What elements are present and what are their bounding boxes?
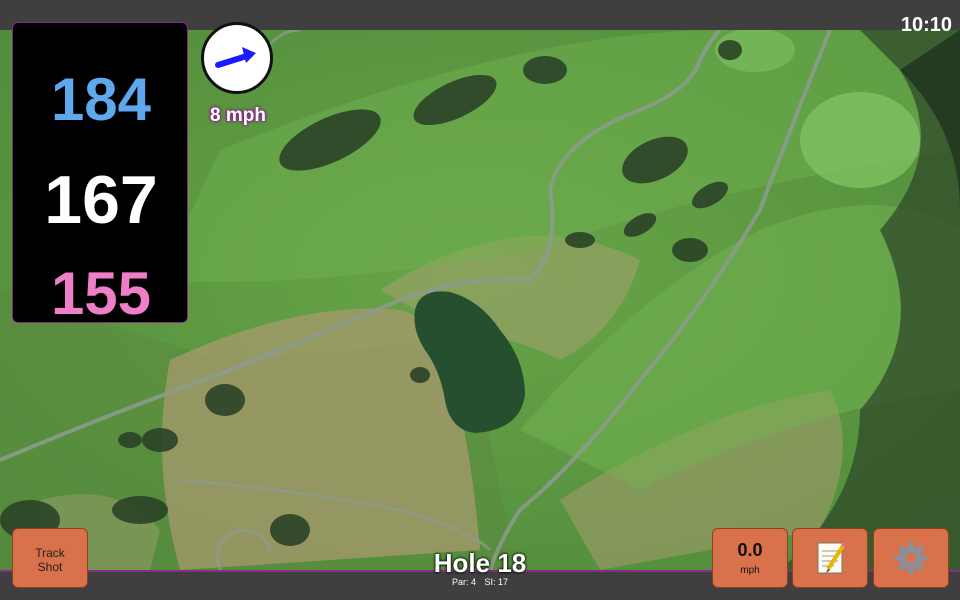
gear-icon [895,542,927,574]
wind-value: 0.0 [737,540,763,560]
wind-speed-label: 8 mph [210,105,266,126]
distance-panel: 184 167 155 [12,22,188,327]
notes-button[interactable] [792,528,868,588]
middle-distance: 167 [44,162,158,238]
hole-title: Hole 18 [433,548,527,578]
clock: 10:10 [900,14,952,36]
wind-unit: mph [740,565,760,576]
track-shot-button[interactable]: Track Shot [12,528,88,588]
hole-info: Par: 4 SI: 17 [380,577,580,587]
wind-indicator [201,22,273,94]
back-distance: 184 [50,66,152,133]
notepad-icon [817,541,847,574]
track-shot-label: Track Shot [35,546,65,574]
hole-stroke-index: SI: 17 [484,577,509,587]
arrow-east-northeast-icon [215,47,256,68]
settings-button[interactable] [873,528,949,588]
wind-speed-button[interactable]: 0.0 mph [712,528,788,588]
hole-par: Par: 4 [451,577,476,587]
front-distance: 155 [50,260,152,327]
